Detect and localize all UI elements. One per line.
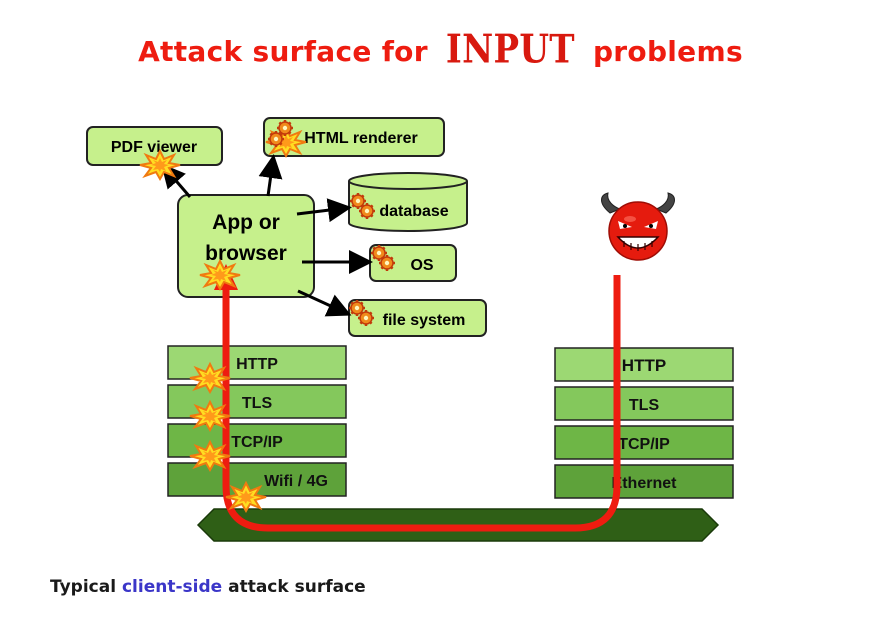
client-link-label: Wifi / 4G — [264, 473, 328, 490]
client-stack: HTTP TLS TCP/IP Wifi / 4G — [167, 345, 347, 497]
caption-prefix: Typical — [50, 577, 117, 597]
client-tcpip-label: TCP/IP — [231, 434, 283, 451]
burst-icon — [189, 441, 231, 471]
server-link-label: Ethernet — [612, 475, 678, 492]
server-tls-label: TLS — [629, 397, 660, 414]
file-system-label: file system — [383, 312, 466, 329]
caption: Typical client-side attack surface — [50, 577, 366, 597]
server-stack: HTTP TLS TCP/IP Ethernet — [554, 347, 734, 499]
burst-icon — [189, 363, 231, 393]
caption-highlight: client-side — [121, 577, 223, 597]
database-cylinder: database — [348, 172, 468, 232]
devil-icon — [601, 192, 675, 261]
burst-icon — [199, 260, 241, 290]
arrow-to-html — [258, 154, 283, 197]
burst-icon — [225, 482, 267, 512]
app-label-line2: browser — [205, 242, 287, 265]
html-renderer-label: HTML renderer — [304, 130, 418, 147]
os-label: OS — [410, 257, 433, 274]
app-browser-box: App or browser — [177, 194, 315, 298]
arrow-to-file-system — [297, 289, 352, 317]
caption-suffix: attack surface — [228, 577, 366, 597]
pdf-viewer-label: PDF viewer — [111, 139, 197, 156]
burst-icon — [139, 150, 181, 180]
client-tls-label: TLS — [242, 395, 273, 412]
attack-surface-diagram: PDF viewer HTML renderer App or browser … — [86, 117, 734, 542]
server-tcpip-label: TCP/IP — [618, 436, 670, 453]
client-http-label: HTTP — [236, 356, 278, 373]
app-label-line1: App or — [212, 211, 280, 234]
database-label: database — [379, 203, 448, 220]
burst-icon — [189, 401, 231, 431]
server-http-label: HTTP — [622, 356, 666, 375]
